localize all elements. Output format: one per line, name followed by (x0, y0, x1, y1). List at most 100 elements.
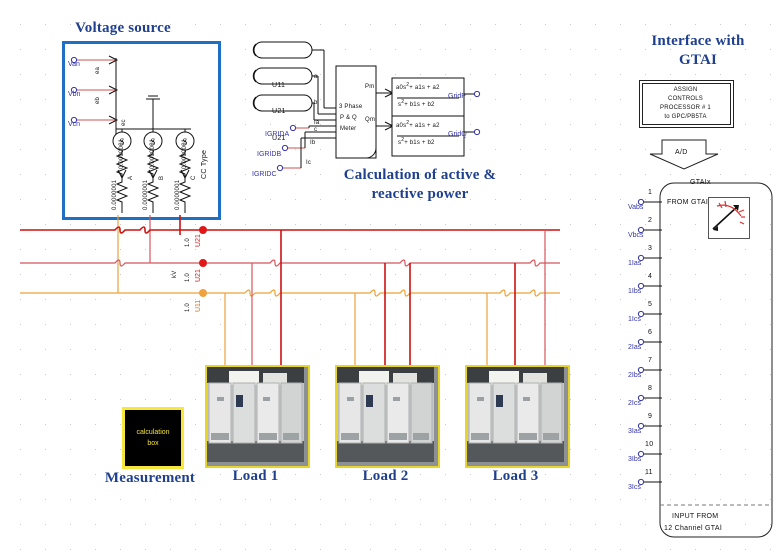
pq-output-qm: Qm (365, 117, 376, 123)
bus-value-1: 1.0 (185, 238, 191, 247)
gauge-icon-svg (712, 200, 745, 231)
diagram-canvas: Voltage source S S S Van Vbn Vcn ea eb e… (0, 0, 779, 559)
load2-photo[interactable] (335, 365, 440, 468)
calculation-box-line2: box (147, 440, 159, 447)
gtai-ch-name-2ias: 2Ias (628, 344, 642, 351)
vs-resistance-a: 0.0000001 (119, 138, 125, 169)
gtai-ch-name-vbcs: Vbcs (628, 232, 644, 239)
gtai-ch-num-3: 3 (648, 245, 653, 252)
vs-type-label: CC Type (201, 149, 208, 179)
assign-line-3: PROCESSOR # 1 (660, 105, 711, 111)
vs-arrow-label-eb: eb (95, 96, 101, 104)
vs-resistance-c2: 0.0000001 (175, 179, 181, 210)
vs-resistance-b: 0.0000001 (150, 138, 156, 169)
gtai-title-line1: Interface with (651, 33, 745, 49)
assign-controls-block: ASSIGN CONTROLS PROCESSOR # 1 to GPC/PB5… (639, 80, 736, 130)
gtai-ch-name-3ibs: 3Ibs (628, 456, 642, 463)
tf2-num-b: + a1s + a2 (409, 123, 440, 129)
pc-pin-ic: Ic (306, 160, 312, 166)
gtai-ch-name-2ics: 2Ics (628, 400, 641, 407)
vs-phase-label-c: C (191, 175, 197, 180)
gtai-ch-name-1ibs: 1Ibs (628, 288, 642, 295)
pc-node-tag-u11: U11 (272, 82, 286, 89)
gtai-ch-num-1: 1 (648, 189, 653, 196)
assign-line-2: CONTROLS (668, 96, 703, 102)
ad-arrow-block: A/D (648, 139, 720, 170)
gtai-ch-num-9: 9 (648, 413, 653, 420)
vs-arrow-label-ec: ec (121, 119, 127, 126)
gtai-ch-num-11: 11 (645, 469, 653, 476)
pc-pin-a: a (314, 74, 318, 80)
tf2-num-a: a0s (396, 123, 407, 129)
gtai-title: Interface with GTAI (628, 32, 768, 70)
pc-node-tag-u21-b: U21 (272, 108, 286, 115)
tf1-denominator: s2+ b1s + b2 (398, 99, 435, 108)
gtai-footer-line2: 12 Channel GTAI (664, 525, 723, 532)
calculation-box[interactable]: calculation box (122, 407, 184, 469)
gtai-ch-num-8: 8 (648, 385, 653, 392)
voltage-source-schematic: S S S (70, 55, 195, 213)
load1-photo[interactable] (205, 365, 310, 468)
power-calc-title: Calculation of active & reactive power (320, 166, 520, 204)
gtai-ch-name-1ias: 1Ias (628, 260, 642, 267)
vs-phase-label-b: B (159, 175, 165, 180)
load3-title: Load 3 (492, 468, 539, 484)
gauge-icon (708, 197, 750, 239)
load1-title: Load 1 (232, 468, 279, 484)
bus-value-3: 1.0 (185, 303, 191, 312)
gtai-ch-name-3ics: 3Ics (628, 484, 641, 491)
vs-arrow-label-ea: ea (95, 66, 101, 74)
assign-line-4: to GPC/PB5TA (664, 114, 707, 120)
bus-label-1: U21 (195, 234, 202, 247)
pq-meter-line2: P & Q (340, 115, 357, 121)
load2-title: Load 2 (362, 468, 409, 484)
bus-value-2: 1.0 (185, 273, 191, 282)
pc-input-igrida: IGRIDA (265, 131, 290, 138)
pc-pin-ib: Ib (310, 140, 316, 146)
calculation-box-line1: calculation (136, 429, 170, 436)
measurement-title: Measurement (104, 470, 196, 486)
tf2-den-b: + b1s + b2 (404, 140, 435, 146)
bus-label-3: U11 (195, 299, 202, 312)
assign-line-1: ASSIGN (673, 87, 698, 93)
gtai-channel-list: 1 2 3 4 5 6 7 8 9 10 11 Vabs Vbcs 1Ias 1… (620, 189, 680, 510)
pq-meter-line1: 3 Phase (339, 104, 363, 110)
pc-pin-ia: Ia (314, 120, 320, 126)
power-calc-title-line2: reactive power (371, 186, 469, 202)
tf2-denominator: s2+ b1s + b2 (398, 137, 435, 146)
vs-phase-label-a: A (128, 175, 134, 180)
tf2-numerator: a0s2+ a1s + a2 (396, 120, 440, 129)
gtai-footer-line1: INPUT FROM (672, 513, 719, 520)
gtai-ch-num-7: 7 (648, 357, 653, 364)
vs-input-label-vbn: Vbn (68, 91, 81, 98)
gtai-title-line2: GTAI (678, 52, 718, 68)
pc-pin-b: b (314, 100, 318, 106)
tf1-numerator: a0s2+ a1s + a2 (396, 82, 440, 91)
gtai-ch-name-1ics: 1Ics (628, 316, 641, 323)
tf1-num-b: + a1s + a2 (409, 85, 440, 91)
tf2-output-gridq: GridQ (448, 131, 467, 138)
tf1-output-gridp: GridP (448, 93, 466, 100)
tf1-den-b: + b1s + b2 (404, 102, 435, 108)
gtai-ch-name-3ias: 3Ias (628, 428, 642, 435)
voltage-source-block: S S S Van Vbn Vcn ea eb ec 0.0000001 0.0… (62, 41, 221, 220)
load3-photo[interactable] (465, 365, 570, 468)
gtai-ch-name-vabs: Vabs (628, 204, 644, 211)
voltage-source-title: Voltage source (75, 20, 171, 36)
gtai-panel-tag: GTAIx (690, 179, 711, 186)
pc-input-igridc: IGRIDC (252, 171, 277, 178)
vs-resistance-c: 0.0000001 (182, 138, 188, 169)
power-calc-group: U11 U21 U21 a b c Ia Ib Ic IGRIDA IGRIDB… (252, 38, 481, 178)
tf1-num-a: a0s (396, 85, 407, 91)
load1-photo-art (207, 367, 304, 462)
gtai-ch-num-5: 5 (648, 301, 653, 308)
power-calc-title-line1: Calculation of active & (343, 167, 497, 183)
load2-photo-art (337, 367, 434, 462)
load3-photo-art (467, 367, 564, 462)
vs-resistance-a2: 0.0000001 (112, 179, 118, 210)
gtai-ch-num-4: 4 (648, 273, 653, 280)
bus-label-2: U21 (195, 269, 202, 282)
pc-pin-c: c (314, 127, 318, 133)
bus-kv-label: kV (172, 270, 178, 278)
pc-input-igridb: IGRIDB (257, 151, 282, 158)
